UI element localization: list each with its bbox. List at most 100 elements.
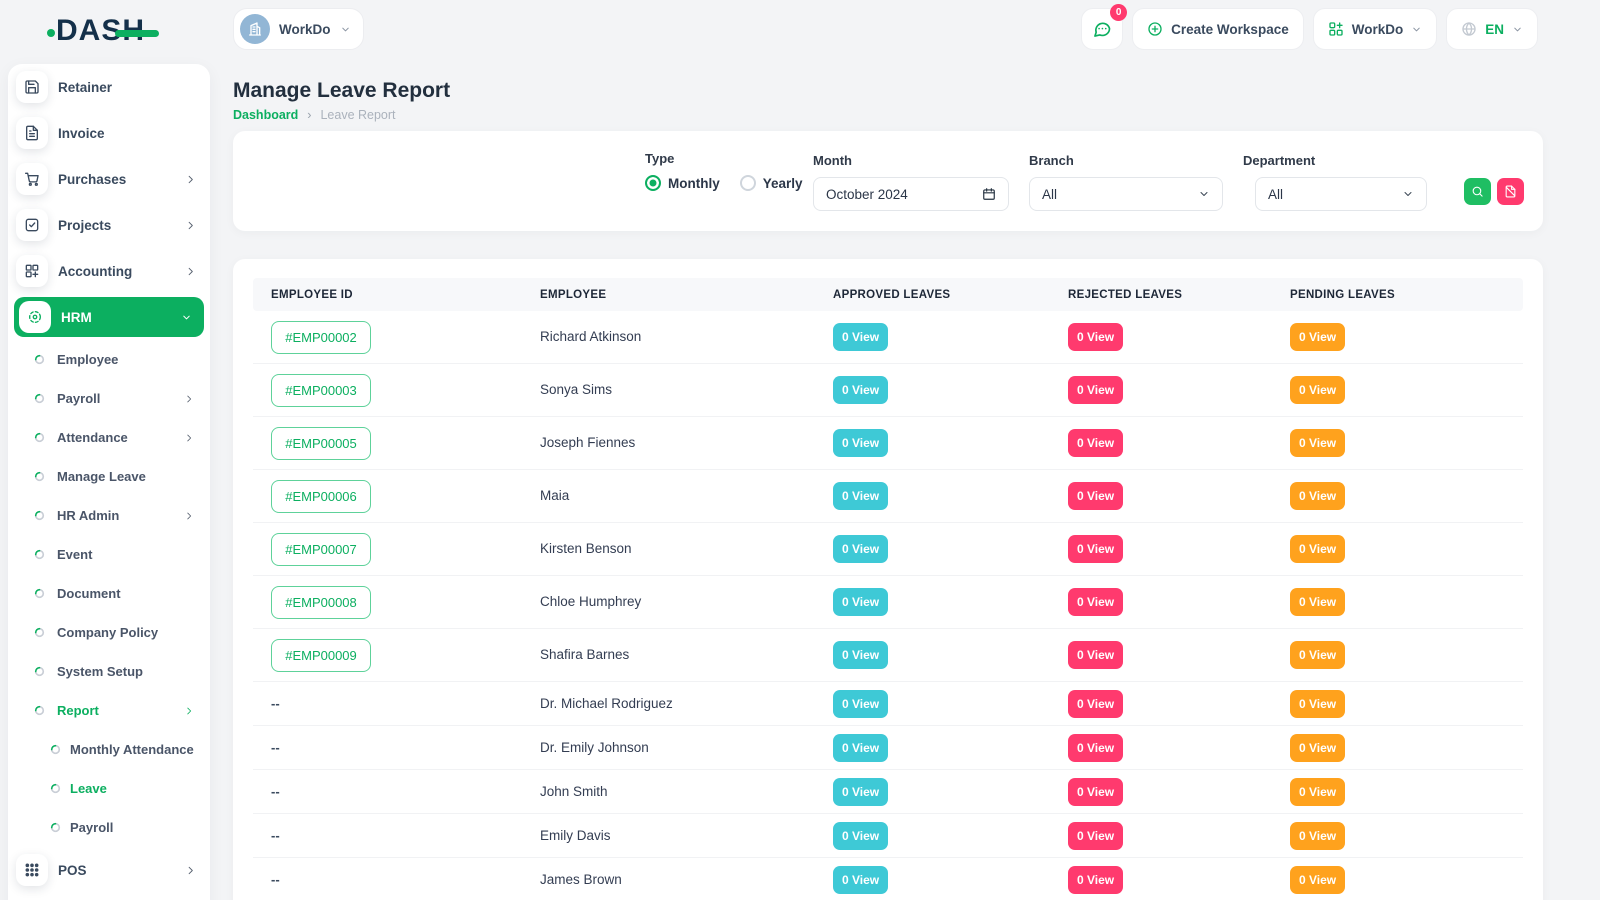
pending-leaves-cell: 0 View [1290,376,1523,404]
sidebar-item-accounting[interactable]: Accounting [8,248,210,294]
approved-view-badge[interactable]: 0 View [833,822,888,850]
sidebar-item-retainer[interactable]: Retainer [8,64,210,110]
bullet-icon [33,470,46,483]
pending-view-badge[interactable]: 0 View [1290,429,1345,457]
rejected-view-badge[interactable]: 0 View [1068,641,1123,669]
employee-id-badge[interactable]: #EMP00005 [271,427,371,460]
sidebar-subitem-employee[interactable]: Employee [8,340,210,379]
sidebar-subitem-payroll[interactable]: Payroll [8,808,210,847]
employee-id-cell: #EMP00006 [253,480,540,513]
sidebar-subitem-label: System Setup [57,664,210,679]
pending-view-badge[interactable]: 0 View [1290,641,1345,669]
sidebar-subitem-attendance[interactable]: Attendance [8,418,210,457]
sidebar-subitem-monthly-attendance[interactable]: Monthly Attendance [8,730,210,769]
approved-view-badge[interactable]: 0 View [833,429,888,457]
reset-filter-button[interactable] [1497,178,1524,205]
employee-name-cell: Dr. Michael Rodriguez [540,695,833,713]
rejected-view-badge[interactable]: 0 View [1068,323,1123,351]
rejected-view-badge[interactable]: 0 View [1068,866,1123,894]
employee-name-cell: Maia [540,487,833,505]
workspace-switcher-button[interactable]: WorkDo [1313,8,1438,50]
approved-view-badge[interactable]: 0 View [833,690,888,718]
sidebar-subitem-document[interactable]: Document [8,574,210,613]
create-workspace-button[interactable]: Create Workspace [1132,8,1304,50]
sidebar-subitem-payroll[interactable]: Payroll [8,379,210,418]
approved-view-badge[interactable]: 0 View [833,734,888,762]
type-radio-yearly[interactable]: Yearly [740,175,803,191]
leave-report-table-card: EMPLOYEE IDEMPLOYEEAPPROVED LEAVESREJECT… [233,259,1543,900]
employee-id-empty: -- [271,696,280,711]
invoice-icon [24,125,40,141]
rejected-view-badge[interactable]: 0 View [1068,690,1123,718]
approved-view-badge[interactable]: 0 View [833,641,888,669]
month-input[interactable]: October 2024 [813,177,1009,211]
language-selector[interactable]: EN [1446,8,1538,50]
month-value: October 2024 [826,187,908,202]
pending-view-badge[interactable]: 0 View [1290,482,1345,510]
rejected-view-badge[interactable]: 0 View [1068,429,1123,457]
sidebar-item-projects[interactable]: Projects [8,202,210,248]
approved-view-badge[interactable]: 0 View [833,588,888,616]
sidebar-subitem-system-setup[interactable]: System Setup [8,652,210,691]
table-row: --Dr. Michael Rodriguez0 View0 View0 Vie… [253,682,1523,726]
approved-view-badge[interactable]: 0 View [833,323,888,351]
rejected-view-badge[interactable]: 0 View [1068,535,1123,563]
sidebar-item-invoice[interactable]: Invoice [8,110,210,156]
pending-view-badge[interactable]: 0 View [1290,323,1345,351]
sidebar-subitem-report[interactable]: Report [8,691,210,730]
breadcrumb-dashboard-link[interactable]: Dashboard [233,108,298,122]
employee-id-badge[interactable]: #EMP00007 [271,533,371,566]
sidebar-subitem-leave[interactable]: Leave [8,769,210,808]
employee-id-badge[interactable]: #EMP00006 [271,480,371,513]
branch-select[interactable]: All [1029,177,1223,211]
sidebar-subitem-hr-admin[interactable]: HR Admin [8,496,210,535]
pending-view-badge[interactable]: 0 View [1290,778,1345,806]
bullet-icon [33,704,46,717]
employee-id-badge[interactable]: #EMP00009 [271,639,371,672]
pending-view-badge[interactable]: 0 View [1290,588,1345,616]
department-select[interactable]: All [1255,177,1427,211]
sidebar-item-hrm[interactable]: HRM [14,297,204,337]
sidebar-subitem-manage-leave[interactable]: Manage Leave [8,457,210,496]
sidebar-item-pos[interactable]: POS [8,847,210,893]
pending-view-badge[interactable]: 0 View [1290,376,1345,404]
pending-view-badge[interactable]: 0 View [1290,535,1345,563]
sidebar-subitem-company-policy[interactable]: Company Policy [8,613,210,652]
rejected-view-badge[interactable]: 0 View [1068,778,1123,806]
pending-view-badge[interactable]: 0 View [1290,734,1345,762]
employee-name: Kirsten Benson [540,541,632,556]
pending-leaves-cell: 0 View [1290,778,1523,806]
bullet-icon [33,353,46,366]
pending-view-badge[interactable]: 0 View [1290,690,1345,718]
approved-view-badge[interactable]: 0 View [833,866,888,894]
employee-id-badge[interactable]: #EMP00008 [271,586,371,619]
bullet-icon [49,743,62,756]
messages-button[interactable]: 0 [1081,8,1123,50]
sidebar-subitem-label: Attendance [57,430,173,445]
sidebar-subitem-event[interactable]: Event [8,535,210,574]
rejected-view-badge[interactable]: 0 View [1068,482,1123,510]
rejected-view-badge[interactable]: 0 View [1068,822,1123,850]
employee-name-cell: Joseph Fiennes [540,434,833,452]
employee-id-badge[interactable]: #EMP00002 [271,321,371,354]
sidebar-item-icon-box [16,163,48,195]
rejected-view-badge[interactable]: 0 View [1068,734,1123,762]
calendar-icon [982,187,996,201]
table-row: #EMP00007 Kirsten Benson 0 View 0 View 0 Vie… [253,523,1523,576]
sidebar-item-icon-box [16,854,48,886]
pending-view-badge[interactable]: 0 View [1290,822,1345,850]
type-radio-monthly[interactable]: Monthly [645,175,720,191]
workspace-selector[interactable]: WorkDo [233,8,364,50]
table-body: #EMP00002Richard Atkinson0 View0 View0 V… [253,311,1523,900]
sidebar-item-purchases[interactable]: Purchases [8,156,210,202]
approved-view-badge[interactable]: 0 View [833,778,888,806]
pending-view-badge[interactable]: 0 View [1290,866,1345,894]
rejected-view-badge[interactable]: 0 View [1068,376,1123,404]
rejected-view-badge[interactable]: 0 View [1068,588,1123,616]
table-header-row: EMPLOYEE IDEMPLOYEEAPPROVED LEAVESREJECT… [253,278,1523,311]
search-button[interactable] [1464,178,1491,205]
approved-view-badge[interactable]: 0 View [833,482,888,510]
employee-id-badge[interactable]: #EMP00003 [271,374,371,407]
approved-view-badge[interactable]: 0 View [833,376,888,404]
approved-view-badge[interactable]: 0 View [833,535,888,563]
